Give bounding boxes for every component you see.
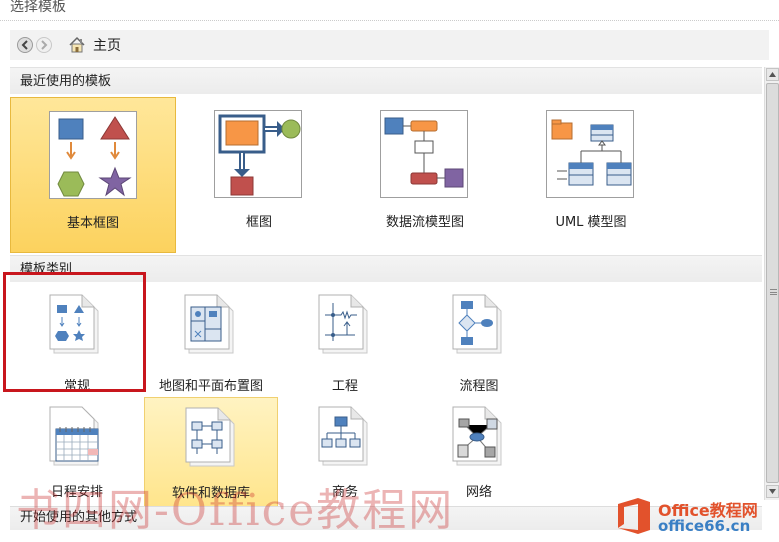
site-logo: Office教程网 office66.cn: [614, 494, 776, 539]
navigation-bar: 主页: [10, 30, 769, 60]
template-thumbnail: [546, 110, 634, 198]
flowchart-icon: [452, 294, 502, 354]
map-floorplan-icon: [184, 294, 234, 354]
section-header-recent: 最近使用的模板: [10, 67, 762, 94]
calendar-icon: [49, 406, 99, 466]
category-label: 工程: [331, 379, 358, 394]
template-label: 基本框图: [66, 216, 119, 231]
template-thumbnail: [49, 111, 137, 199]
template-basic-block-diagram[interactable]: 基本框图: [10, 97, 176, 253]
home-link[interactable]: 主页: [93, 35, 121, 55]
grip-icon: [770, 289, 777, 295]
category-label: 流程图: [459, 379, 499, 394]
arrow-left-icon: [21, 40, 28, 50]
annotation-highlight-box: [3, 272, 146, 392]
scrollbar-thumb[interactable]: [766, 83, 779, 483]
scroll-up-button[interactable]: [766, 68, 779, 81]
dialog-title: 选择模板: [10, 0, 66, 15]
forward-button[interactable]: [36, 37, 52, 53]
category-flowchart[interactable]: 流程图: [412, 283, 546, 395]
data-flow-icon: [384, 117, 464, 188]
template-label: 框图: [245, 215, 272, 230]
template-data-flow-diagram[interactable]: 数据流模型图: [342, 97, 508, 253]
org-chart-icon: [318, 406, 368, 466]
category-engineering[interactable]: 工程: [278, 283, 412, 395]
software-database-icon: [185, 407, 235, 467]
logo-text-domain: office66.cn: [658, 517, 751, 535]
title-divider: [0, 20, 779, 21]
vertical-scrollbar[interactable]: [764, 67, 779, 500]
template-block-diagram[interactable]: 框图: [176, 97, 342, 253]
uml-icon: [551, 119, 632, 186]
template-thumbnail: [214, 110, 302, 198]
template-label: UML 模型图: [555, 215, 627, 230]
template-thumbnail: [380, 110, 468, 198]
block-diagram-icon: [218, 114, 301, 196]
category-label: 地图和平面布置图: [158, 379, 263, 394]
home-icon[interactable]: [68, 36, 86, 54]
office-logo-icon: [618, 498, 650, 534]
basic-shapes-icon: [57, 116, 132, 197]
chevron-up-icon: [769, 72, 776, 77]
network-icon: [452, 406, 502, 466]
back-button[interactable]: [17, 37, 33, 53]
category-maps-floor-plans[interactable]: 地图和平面布置图: [144, 283, 278, 395]
watermark: 书四网-Office教程网: [16, 485, 455, 536]
engineering-icon: [318, 294, 368, 354]
arrow-right-icon: [41, 40, 48, 50]
template-label: 数据流模型图: [385, 215, 464, 230]
template-uml-diagram[interactable]: UML 模型图: [508, 97, 674, 253]
